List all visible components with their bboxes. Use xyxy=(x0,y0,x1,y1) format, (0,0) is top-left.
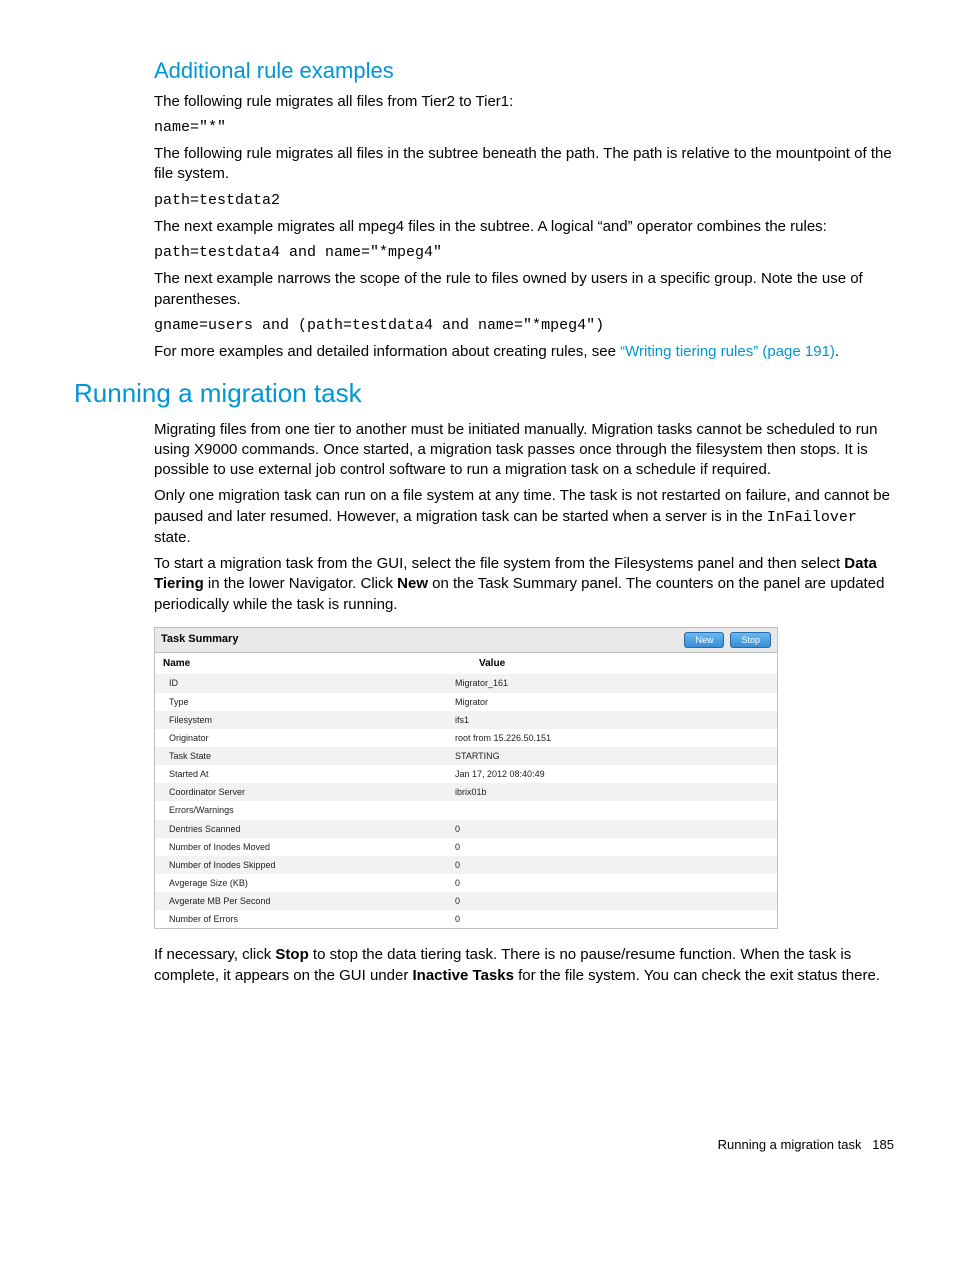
table-row: Number of Errors0 xyxy=(155,910,777,928)
cell-name: Avgerate MB Per Second xyxy=(155,892,455,910)
bold-stop: Stop xyxy=(275,946,308,963)
cell-value: 0 xyxy=(455,892,777,910)
table-row: Started AtJan 17, 2012 08:40:49 xyxy=(155,765,777,783)
text-span: If necessary, click xyxy=(154,946,275,963)
cell-name: Number of Errors xyxy=(155,910,455,928)
footer-text: Running a migration task xyxy=(718,1137,862,1152)
cell-value: 0 xyxy=(455,856,777,874)
new-button[interactable]: New xyxy=(684,632,724,648)
text-paragraph: The next example migrates all mpeg4 file… xyxy=(74,217,894,237)
text-paragraph: Only one migration task can run on a fil… xyxy=(74,486,894,548)
cell-name: Originator xyxy=(155,729,455,747)
heading-additional-rule-examples: Additional rule examples xyxy=(74,56,894,86)
cell-value: STARTING xyxy=(455,747,777,765)
table-row: Filesystemifs1 xyxy=(155,711,777,729)
table-row: Number of Inodes Moved0 xyxy=(155,838,777,856)
text-paragraph: To start a migration task from the GUI, … xyxy=(74,554,894,615)
table-row: Coordinator Serveribrix01b xyxy=(155,783,777,801)
code-block: gname=users and (path=testdata4 and name… xyxy=(74,316,894,336)
text-paragraph: The following rule migrates all files in… xyxy=(74,144,894,185)
panel-title: Task Summary xyxy=(161,632,678,647)
cell-value: 0 xyxy=(455,838,777,856)
cell-value: Migrator_161 xyxy=(455,674,777,692)
link-writing-tiering-rules[interactable]: “Writing tiering rules” (page 191) xyxy=(620,343,835,360)
cell-value: Migrator xyxy=(455,693,777,711)
column-header-name: Name xyxy=(155,653,471,675)
table-row: Task StateSTARTING xyxy=(155,747,777,765)
cell-name: Coordinator Server xyxy=(155,783,455,801)
stop-button[interactable]: Stop xyxy=(730,632,771,648)
text-paragraph: The next example narrows the scope of th… xyxy=(74,269,894,310)
cell-name: Filesystem xyxy=(155,711,455,729)
text-paragraph: The following rule migrates all files fr… xyxy=(74,92,894,112)
cell-value: ifs1 xyxy=(455,711,777,729)
table-row: IDMigrator_161 xyxy=(155,674,777,692)
text-span: for the file system. You can check the e… xyxy=(514,967,880,984)
column-headers: Name Value xyxy=(155,653,777,675)
table-row: Avgerate MB Per Second0 xyxy=(155,892,777,910)
bold-inactive-tasks: Inactive Tasks xyxy=(412,967,513,984)
cell-name: Type xyxy=(155,693,455,711)
table-row: Avgerage Size (KB)0 xyxy=(155,874,777,892)
inline-code: InFailover xyxy=(767,509,857,526)
text-paragraph: For more examples and detailed informati… xyxy=(74,342,894,362)
cell-name: Errors/Warnings xyxy=(155,801,455,819)
text-paragraph: If necessary, click Stop to stop the dat… xyxy=(74,945,894,986)
text-span: For more examples and detailed informati… xyxy=(154,343,620,360)
cell-value: 0 xyxy=(455,874,777,892)
code-block: name="*" xyxy=(74,118,894,138)
cell-value: Jan 17, 2012 08:40:49 xyxy=(455,765,777,783)
table-row: Number of Inodes Skipped0 xyxy=(155,856,777,874)
text-span: in the lower Navigator. Click xyxy=(204,575,397,592)
cell-value: root from 15.226.50.151 xyxy=(455,729,777,747)
cell-name: Dentries Scanned xyxy=(155,820,455,838)
code-block: path=testdata2 xyxy=(74,191,894,211)
cell-value: 0 xyxy=(455,910,777,928)
cell-name: ID xyxy=(155,674,455,692)
heading-running-migration-task: Running a migration task xyxy=(74,376,894,411)
table-row: Dentries Scanned0 xyxy=(155,820,777,838)
cell-value: ibrix01b xyxy=(455,783,777,801)
code-block: path=testdata4 and name="*mpeg4" xyxy=(74,243,894,263)
cell-name: Number of Inodes Skipped xyxy=(155,856,455,874)
cell-name: Number of Inodes Moved xyxy=(155,838,455,856)
table-row: Errors/Warnings xyxy=(155,801,777,819)
text-span: To start a migration task from the GUI, … xyxy=(154,555,844,572)
page-footer: Running a migration task 185 xyxy=(74,1136,894,1154)
text-span: . xyxy=(835,343,839,360)
table-row: Originatorroot from 15.226.50.151 xyxy=(155,729,777,747)
table-row: TypeMigrator xyxy=(155,693,777,711)
cell-name: Avgerage Size (KB) xyxy=(155,874,455,892)
cell-value xyxy=(455,801,777,819)
column-header-value: Value xyxy=(471,653,777,675)
bold-new: New xyxy=(397,575,428,592)
footer-page-number: 185 xyxy=(872,1137,894,1152)
cell-name: Started At xyxy=(155,765,455,783)
text-span: state. xyxy=(154,529,191,546)
cell-value: 0 xyxy=(455,820,777,838)
cell-name: Task State xyxy=(155,747,455,765)
task-summary-panel: Task Summary New Stop Name Value IDMigra… xyxy=(154,627,778,930)
panel-header: Task Summary New Stop xyxy=(155,628,777,653)
text-paragraph: Migrating files from one tier to another… xyxy=(74,420,894,481)
